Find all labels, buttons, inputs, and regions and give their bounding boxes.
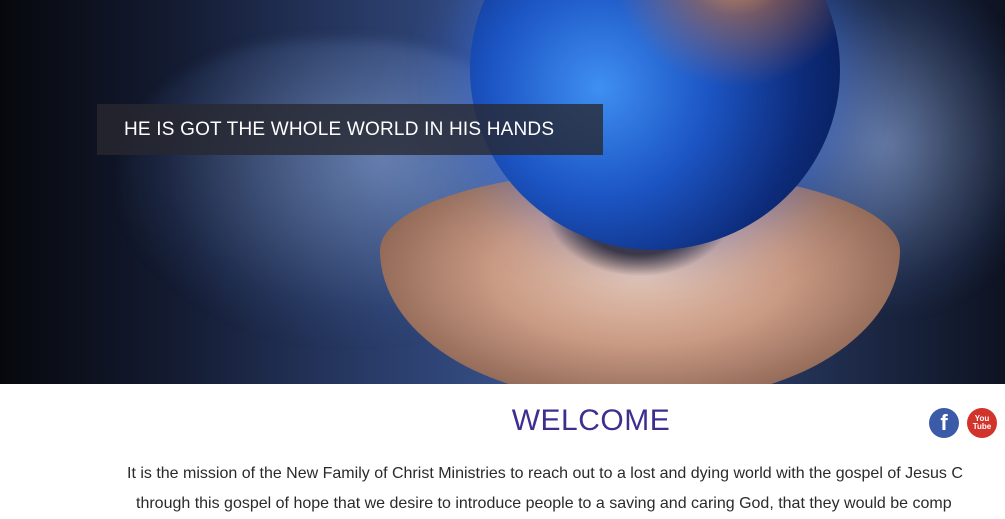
mission-line-1: It is the mission of the New Family of C… (127, 465, 963, 482)
facebook-glyph: f (940, 410, 948, 435)
youtube-glyph-bottom: Tube (972, 422, 992, 431)
hero-tagline-box: HE IS GOT THE WHOLE WORLD IN HIS HANDS (97, 104, 603, 155)
youtube-icon[interactable]: You Tube (967, 408, 997, 438)
mission-line-2: through this gospel of hope that we desi… (136, 495, 952, 512)
welcome-heading: WELCOME (511, 404, 671, 437)
facebook-icon[interactable]: f (929, 408, 959, 438)
social-links: f You Tube (929, 408, 997, 438)
hero-banner: HE IS GOT THE WHOLE WORLD IN HIS HANDS (0, 0, 1005, 384)
hero-tagline: HE IS GOT THE WHOLE WORLD IN HIS HANDS (124, 118, 555, 140)
mission-text: It is the mission of the New Family of C… (127, 459, 1005, 519)
